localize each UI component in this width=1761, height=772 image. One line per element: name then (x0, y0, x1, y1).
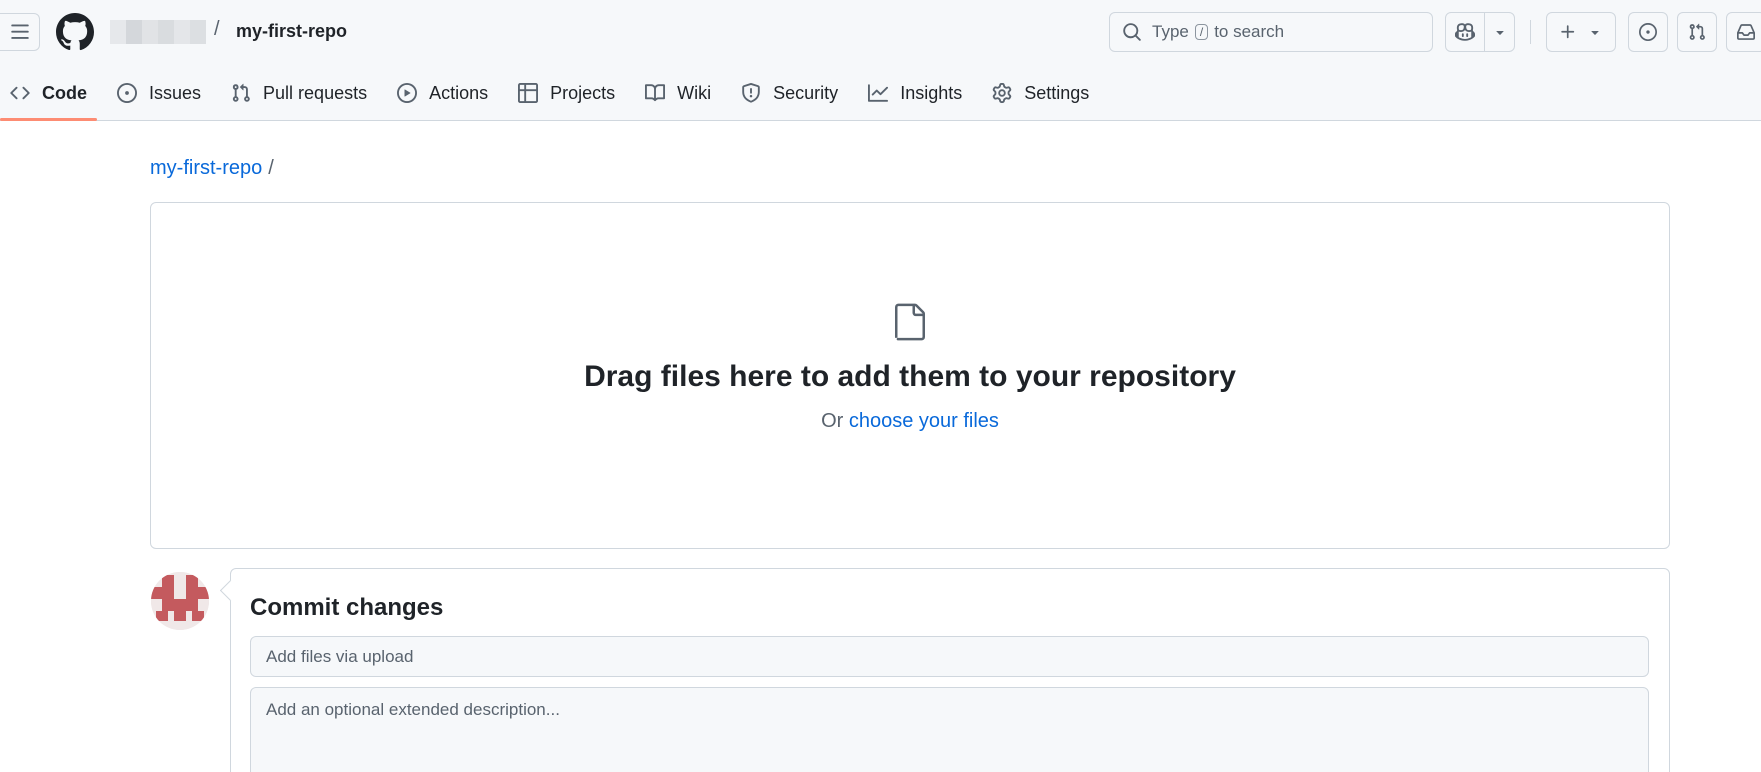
choose-files-link[interactable]: choose your files (849, 410, 999, 432)
tab-label: Pull requests (263, 82, 368, 103)
commit-description-textarea[interactable] (250, 687, 1649, 772)
play-icon (397, 83, 418, 103)
gear-icon (992, 83, 1012, 103)
top-bar: / my-first-repo Type / to search (0, 0, 1761, 64)
search-icon (1123, 23, 1141, 41)
tab-projects[interactable]: Projects (508, 72, 625, 114)
search-shortcut-key: / (1194, 24, 1209, 40)
file-icon (895, 303, 925, 341)
create-new-button[interactable] (1546, 12, 1616, 52)
your-issues-button[interactable] (1628, 12, 1668, 52)
hamburger-icon (10, 24, 29, 39)
shield-icon (742, 83, 760, 103)
notifications-button[interactable] (1726, 12, 1761, 52)
tab-code[interactable]: Code (0, 72, 97, 121)
tab-issues[interactable]: Issues (107, 72, 211, 114)
copilot-button-group (1445, 12, 1515, 52)
your-pull-requests-button[interactable] (1677, 12, 1717, 52)
issue-opened-icon (1639, 23, 1657, 41)
code-icon (10, 86, 30, 100)
tab-pull-requests[interactable]: Pull requests (221, 72, 377, 114)
inbox-icon (1737, 24, 1755, 40)
copilot-button[interactable] (1446, 13, 1484, 51)
search-button[interactable]: Type / to search (1109, 12, 1433, 52)
breadcrumb: my-first-repo / (150, 157, 274, 180)
tab-label: Projects (550, 82, 616, 103)
search-prefix-text: Type (1152, 22, 1189, 41)
repo-header: / my-first-repo Type / to search Code Is… (0, 0, 1761, 121)
tab-label: Insights (900, 82, 963, 103)
tab-settings[interactable]: Settings (982, 72, 1099, 114)
owner-name-redacted[interactable] (110, 20, 206, 44)
book-icon (645, 84, 666, 102)
drop-zone-subtext: Or choose your files (150, 410, 1670, 433)
commit-changes-title: Commit changes (250, 594, 444, 621)
table-icon (518, 83, 539, 103)
tab-actions[interactable]: Actions (387, 72, 498, 114)
tab-label: Security (773, 82, 839, 103)
plus-icon (1561, 25, 1575, 39)
copilot-icon (1455, 23, 1475, 41)
tab-label: Actions (429, 82, 489, 103)
tab-label: Code (42, 82, 87, 103)
tab-label: Wiki (677, 82, 712, 103)
github-logo-icon[interactable] (56, 13, 94, 51)
tab-label: Issues (149, 82, 202, 103)
breadcrumb-separator: / (268, 157, 274, 179)
tab-insights[interactable]: Insights (858, 72, 972, 114)
triangle-down-icon (1495, 31, 1504, 35)
git-pull-request-icon (232, 83, 250, 102)
git-pull-request-icon (1689, 23, 1705, 40)
header-divider (1530, 20, 1531, 44)
avatar[interactable] (151, 572, 209, 630)
open-global-nav-button[interactable] (0, 13, 40, 51)
breadcrumb-repo-link[interactable]: my-first-repo (150, 157, 262, 179)
copilot-dropdown-button[interactable] (1484, 13, 1514, 51)
issue-opened-icon (117, 83, 137, 103)
search-suffix-text: to search (1214, 22, 1285, 41)
commit-summary-input[interactable] (250, 636, 1649, 677)
graph-icon (868, 84, 889, 102)
repo-tabs: Code Issues Pull requests Actions Projec… (0, 72, 1109, 121)
identicon-avatar (151, 572, 209, 630)
or-text: Or (821, 410, 844, 432)
drop-zone-title: Drag files here to add them to your repo… (584, 360, 1236, 393)
tab-wiki[interactable]: Wiki (635, 72, 721, 114)
breadcrumb-separator: / (214, 18, 220, 40)
triangle-down-icon (1591, 31, 1599, 35)
repo-name-link[interactable]: my-first-repo (236, 21, 347, 42)
tab-label: Settings (1024, 82, 1090, 103)
tab-security[interactable]: Security (731, 72, 848, 114)
